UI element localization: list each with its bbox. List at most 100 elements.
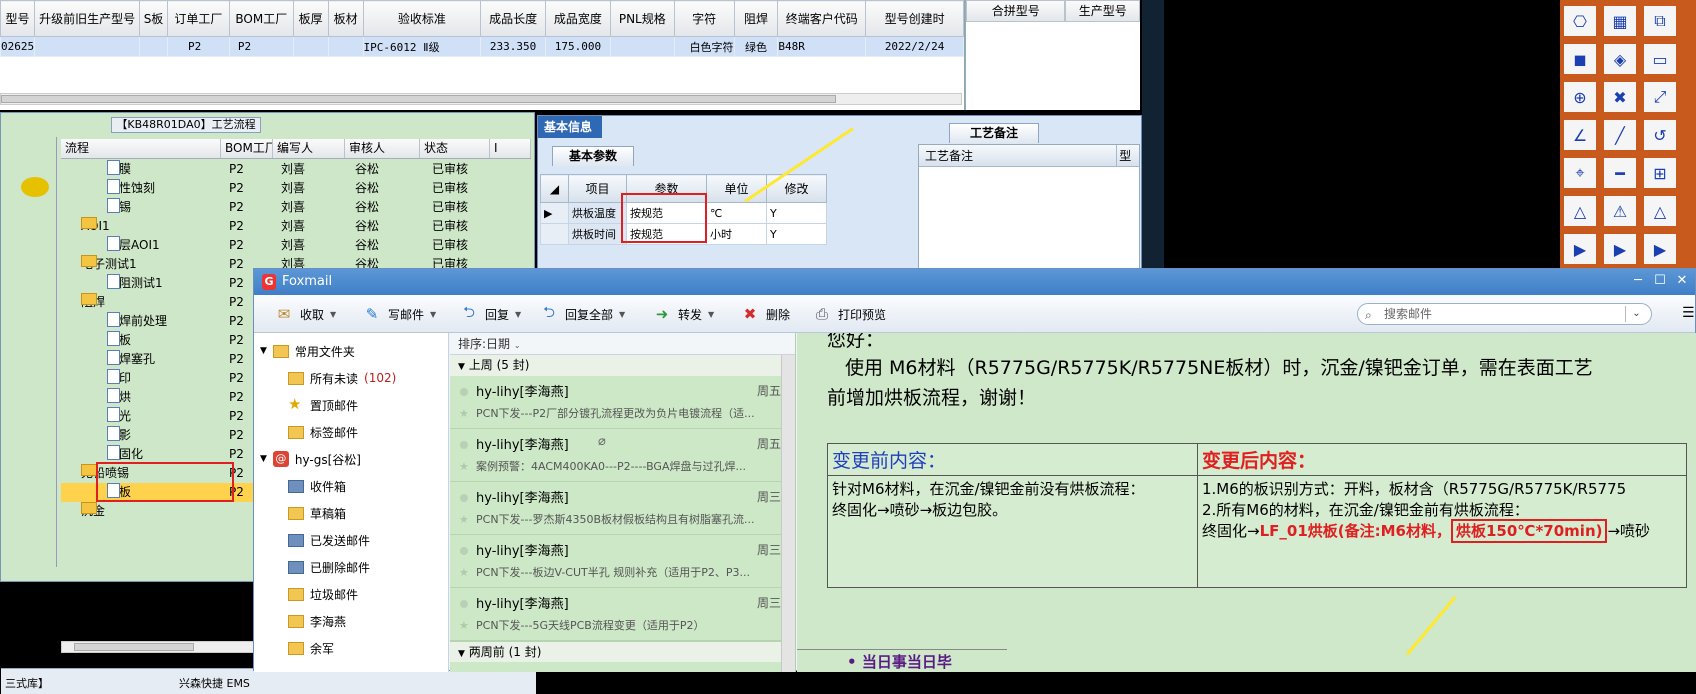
star-icon[interactable]: ★ xyxy=(459,460,469,473)
tree-node[interactable]: −AOI1 xyxy=(81,217,110,236)
grid-header[interactable]: 阻焊 xyxy=(733,0,779,37)
tree-node[interactable]: 退锡 xyxy=(107,198,131,217)
list-item[interactable]: ★ hy-lihy[李海燕] 周三 PCN下发---罗杰斯4350B板材假板结构且有树… xyxy=(450,482,795,535)
tree-row[interactable]: 退锡 P2 刘喜 谷松 已审核 xyxy=(61,198,531,217)
cad-tool-icon[interactable]: ∠ xyxy=(1562,118,1598,152)
tree-node[interactable]: 烘板 xyxy=(107,331,131,350)
notes-model-header[interactable]: 型号 xyxy=(1117,145,1139,166)
cad-tool-icon[interactable]: ▦ xyxy=(1602,4,1638,38)
chevron-down-icon[interactable]: ▼ xyxy=(708,310,714,319)
tree-node[interactable]: 丝印 xyxy=(107,369,131,388)
tree-node[interactable]: 显影 xyxy=(107,426,131,445)
col-reviewer[interactable]: 审核人 xyxy=(345,139,420,158)
scroll-thumb[interactable] xyxy=(74,643,194,651)
grid-header[interactable]: 升级前旧生产型号 xyxy=(34,0,141,37)
folder-group-common[interactable]: ▼ 常用文件夹 xyxy=(260,339,355,363)
menu-icon[interactable]: ☰ xyxy=(1682,305,1695,321)
unread-dot-icon[interactable] xyxy=(460,547,468,555)
col-extra[interactable]: I xyxy=(490,139,531,158)
grid-header[interactable]: BOM工厂 xyxy=(228,0,294,37)
unread-dot-icon[interactable] xyxy=(460,388,468,396)
cad-tool-icon[interactable]: ━ xyxy=(1602,156,1638,190)
cad-tool-icon[interactable]: ◈ xyxy=(1602,42,1638,76)
sort-dropdown[interactable]: 排序:日期 ⌄ xyxy=(450,333,795,355)
chevron-down-icon[interactable]: ▼ xyxy=(430,310,436,319)
group-last-week[interactable]: ▼ 上周 (5 封) xyxy=(450,355,795,376)
folder-sent[interactable]: 已发送邮件 xyxy=(288,528,370,552)
folder-deleted[interactable]: 已删除邮件 xyxy=(288,555,370,579)
tab-process-notes[interactable]: 工艺备注 xyxy=(949,123,1039,143)
search-input[interactable]: ⌕ 搜索邮件 ⌄ xyxy=(1357,303,1652,325)
grid-header[interactable]: PNL规格 xyxy=(609,0,675,37)
compose-button[interactable]: ✎ 写邮件 ▼ xyxy=(362,304,436,324)
reply-button[interactable]: ⮌ 回复 ▼ xyxy=(459,303,521,324)
star-icon[interactable]: ★ xyxy=(459,513,469,526)
minimize-icon[interactable]: ─ xyxy=(1627,269,1649,295)
tree-node[interactable]: 阻焊前处理 xyxy=(107,312,167,331)
folder-inbox[interactable]: 收件箱 xyxy=(288,474,346,498)
folder-junk[interactable]: 垃圾邮件 xyxy=(288,582,358,606)
tree-node[interactable]: 碱性蚀刻 xyxy=(107,179,155,198)
tree-node[interactable]: 外层AOI1 xyxy=(107,236,160,255)
cad-tool-icon[interactable]: ⧉ xyxy=(1642,4,1678,38)
tree-node[interactable]: 退膜 xyxy=(107,160,131,179)
tree-node[interactable]: 曝光 xyxy=(107,407,131,426)
tree-node[interactable]: 预烘 xyxy=(107,388,131,407)
grid-header[interactable]: S板 xyxy=(139,0,168,37)
folder-unread[interactable]: 所有未读 (102) xyxy=(288,366,396,390)
cad-tool-icon[interactable]: ◼ xyxy=(1562,42,1598,76)
grid-header[interactable]: 终端客户代码 xyxy=(777,0,867,37)
cad-tool-icon[interactable]: ▶ xyxy=(1602,232,1638,266)
cad-tool-icon[interactable]: ▶ xyxy=(1642,232,1678,266)
cad-tool-icon[interactable]: ⎔ xyxy=(1562,4,1598,38)
col-status[interactable]: 状态 xyxy=(420,139,490,158)
scroll-thumb[interactable] xyxy=(1,95,836,103)
chevron-down-icon[interactable]: ▼ xyxy=(330,310,336,319)
cad-tool-icon[interactable]: ⊕ xyxy=(1562,80,1598,114)
col-process[interactable]: 流程 xyxy=(61,139,221,158)
tree-node[interactable]: −阻焊 xyxy=(81,293,105,312)
param-header[interactable]: 项目 xyxy=(568,174,627,203)
col-writer[interactable]: 编写人 xyxy=(273,139,345,158)
tree-row[interactable]: 外层AOI1 P2 刘喜 谷松 已审核 xyxy=(61,236,531,255)
notes-header[interactable]: 工艺备注 xyxy=(919,145,1118,166)
chevron-down-icon[interactable]: ▼ xyxy=(619,310,625,319)
tree-node[interactable]: −沉金 xyxy=(81,502,105,521)
folder-yujun[interactable]: 余军 xyxy=(288,636,334,660)
tree-row[interactable]: −AOI1 P2 刘喜 谷松 已审核 xyxy=(61,217,531,236)
star-icon[interactable]: ★ xyxy=(459,619,469,632)
cad-tool-icon[interactable]: ⌖ xyxy=(1562,156,1598,190)
delete-button[interactable]: ✖ 删除 xyxy=(740,304,790,324)
grid-header[interactable]: 字符 xyxy=(673,0,735,37)
mail-list-scrollbar[interactable] xyxy=(781,355,795,672)
cad-tool-icon[interactable]: △ xyxy=(1642,194,1678,228)
chat-bubble-icon[interactable] xyxy=(21,177,49,197)
grid-header[interactable]: 成品长度 xyxy=(480,0,547,37)
tab-basic-params[interactable]: 基本参数 xyxy=(552,146,634,166)
cad-tool-icon[interactable]: ╱ xyxy=(1602,118,1638,152)
account-hy-gs[interactable]: ▼ @ hy-gs[谷松] xyxy=(260,447,361,471)
unread-dot-icon[interactable] xyxy=(460,600,468,608)
folder-tagged[interactable]: 标签邮件 xyxy=(288,420,358,444)
production-model-header[interactable]: 生产型号 xyxy=(1065,0,1140,22)
list-item[interactable]: ★ hy-lihy[李海燕] 周三 PCN下发---板边V-CUT半孔 规则补充（适用… xyxy=(450,535,795,588)
grid-header[interactable]: 板厚 xyxy=(292,0,329,37)
unread-dot-icon[interactable] xyxy=(460,494,468,502)
chevron-down-icon[interactable]: ▼ xyxy=(515,310,521,319)
cad-tool-icon[interactable]: ▭ xyxy=(1642,42,1678,76)
cad-tool-icon[interactable]: △ xyxy=(1562,194,1598,228)
cad-tool-icon[interactable]: ⤢ xyxy=(1642,80,1678,114)
tree-node[interactable]: 阻焊塞孔 xyxy=(107,350,155,369)
grid-header[interactable]: 成品宽度 xyxy=(545,0,611,37)
cad-tool-icon[interactable]: ⊞ xyxy=(1642,156,1678,190)
horizontal-scrollbar[interactable] xyxy=(0,93,962,105)
grid-header[interactable]: 型号 xyxy=(0,0,36,37)
forward-button[interactable]: ➜ 转发 ▼ xyxy=(652,304,714,324)
search-options-icon[interactable]: ⌄ xyxy=(1625,306,1647,322)
tree-row[interactable]: 退膜 P2 刘喜 谷松 已审核 xyxy=(61,160,531,179)
param-header[interactable]: 单位 xyxy=(706,174,767,203)
group-two-weeks[interactable]: ▼ 两周前 (1 封) xyxy=(450,641,795,662)
list-item[interactable]: ★ hy-lihy[李海燕] 周五 PCN下发---P2厂部分镀孔流程更改为负片电镀流… xyxy=(450,376,795,429)
reply-all-button[interactable]: ⮌ 回复全部 ▼ xyxy=(539,303,625,324)
tree-node[interactable]: 低阻测试1 xyxy=(107,274,163,293)
